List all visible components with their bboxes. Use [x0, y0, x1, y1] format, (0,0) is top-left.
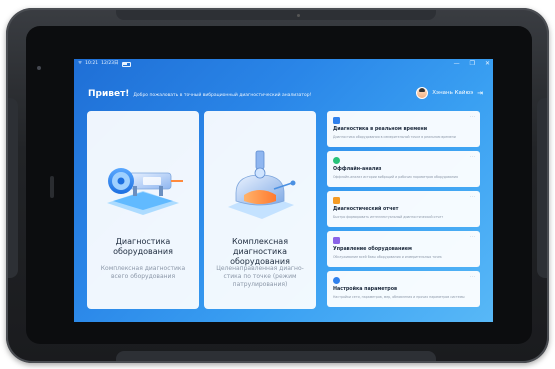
equipment-mgmt-icon	[333, 237, 340, 244]
offline-icon	[333, 157, 340, 164]
card-title: Комплексная диагностика оборудования	[230, 237, 290, 266]
minimize-button[interactable]: —	[454, 59, 460, 69]
status-time: 10:21	[85, 61, 99, 66]
restore-button[interactable]: ❐	[470, 59, 475, 69]
card-point-diagnosis[interactable]: Комплексная диагностика оборудования Цел…	[204, 111, 316, 309]
report-icon	[333, 197, 340, 204]
avatar[interactable]	[416, 87, 429, 99]
point-diagnosis-icon	[228, 150, 296, 219]
greeting: Привет! Добро пожаловать в точный вибрац…	[88, 89, 311, 99]
list-item-description: Оффлайн-анализ истории вибраций и рабочи…	[333, 175, 458, 179]
list-item-title: Диагностический отчет	[333, 207, 399, 212]
list-item-description: Настройки сети, параметров, мер, обновле…	[333, 295, 465, 299]
list-item-description: Обслуживание всей базы оборудования и из…	[333, 255, 442, 259]
list-item-description: Диагностика оборудования в измерительной…	[333, 135, 456, 139]
status-bar: ᯤ 10:21 12/23日 — ❐ ✕	[74, 59, 493, 69]
realtime-icon	[333, 117, 340, 124]
status-date: 12/23日	[101, 61, 119, 66]
list-item-parameter-settings[interactable]: ··· Настройка параметров Настройки сети,…	[327, 271, 480, 307]
more-icon[interactable]: ···	[470, 234, 476, 240]
logout-icon[interactable]: ⇥	[477, 89, 483, 97]
card-equipment-diagnosis[interactable]: Диагностика оборудования Комплексная диа…	[87, 111, 199, 309]
device-bottom-rib	[116, 351, 436, 361]
list-item-title: Оффлайн-анализ	[333, 167, 382, 172]
list-item-diagnostic-report[interactable]: ··· Диагностический отчет Быстро формиро…	[327, 191, 480, 227]
more-icon[interactable]: ···	[470, 194, 476, 200]
user-panel: Хэнань Кайюэ ⇥	[416, 87, 483, 99]
signal-icon: ᯤ	[78, 61, 83, 66]
close-button[interactable]: ✕	[485, 59, 490, 69]
list-item-offline-analysis[interactable]: ··· Оффлайн-анализ Оффлайн-анализ истори…	[327, 151, 480, 187]
list-item-realtime-diagnosis[interactable]: ··· Диагностика в реальном времени Диагн…	[327, 111, 480, 147]
more-icon[interactable]: ···	[470, 274, 476, 280]
list-item-title: Диагностика в реальном времени	[333, 127, 428, 132]
card-title: Диагностика оборудования	[113, 237, 173, 256]
list-item-description: Быстро формировать интеллектуальный диаг…	[333, 215, 444, 219]
equipment-diagnosis-icon	[107, 168, 183, 215]
front-camera	[37, 66, 41, 70]
device-left-rib	[8, 98, 18, 278]
card-description: Комплексная диагностика всего оборудован…	[100, 265, 186, 280]
list-item-title: Настройка параметров	[333, 287, 398, 292]
window-controls: — ❐ ✕	[454, 59, 490, 69]
user-name: Хэнань Кайюэ	[432, 90, 474, 96]
more-icon[interactable]: ···	[470, 154, 476, 160]
more-icon[interactable]: ···	[470, 114, 476, 120]
device-right-rib	[537, 98, 547, 278]
device-top-rib	[116, 10, 436, 20]
light-sensor	[297, 14, 300, 17]
greeting-title: Привет!	[88, 89, 130, 99]
app-screen: ᯤ 10:21 12/23日 — ❐ ✕ Привет! Добро пожал…	[74, 59, 493, 322]
greeting-subtitle: Добро пожаловать в точный вибрационный д…	[133, 93, 312, 98]
battery-icon	[121, 61, 131, 67]
card-description: Целенаправленная диагно-стика по точке (…	[216, 265, 304, 288]
list-item-title: Управление оборудованием	[333, 247, 412, 252]
settings-icon	[333, 277, 340, 284]
list-item-equipment-management[interactable]: ··· Управление оборудованием Обслуживани…	[327, 231, 480, 267]
home-button[interactable]	[50, 176, 54, 198]
